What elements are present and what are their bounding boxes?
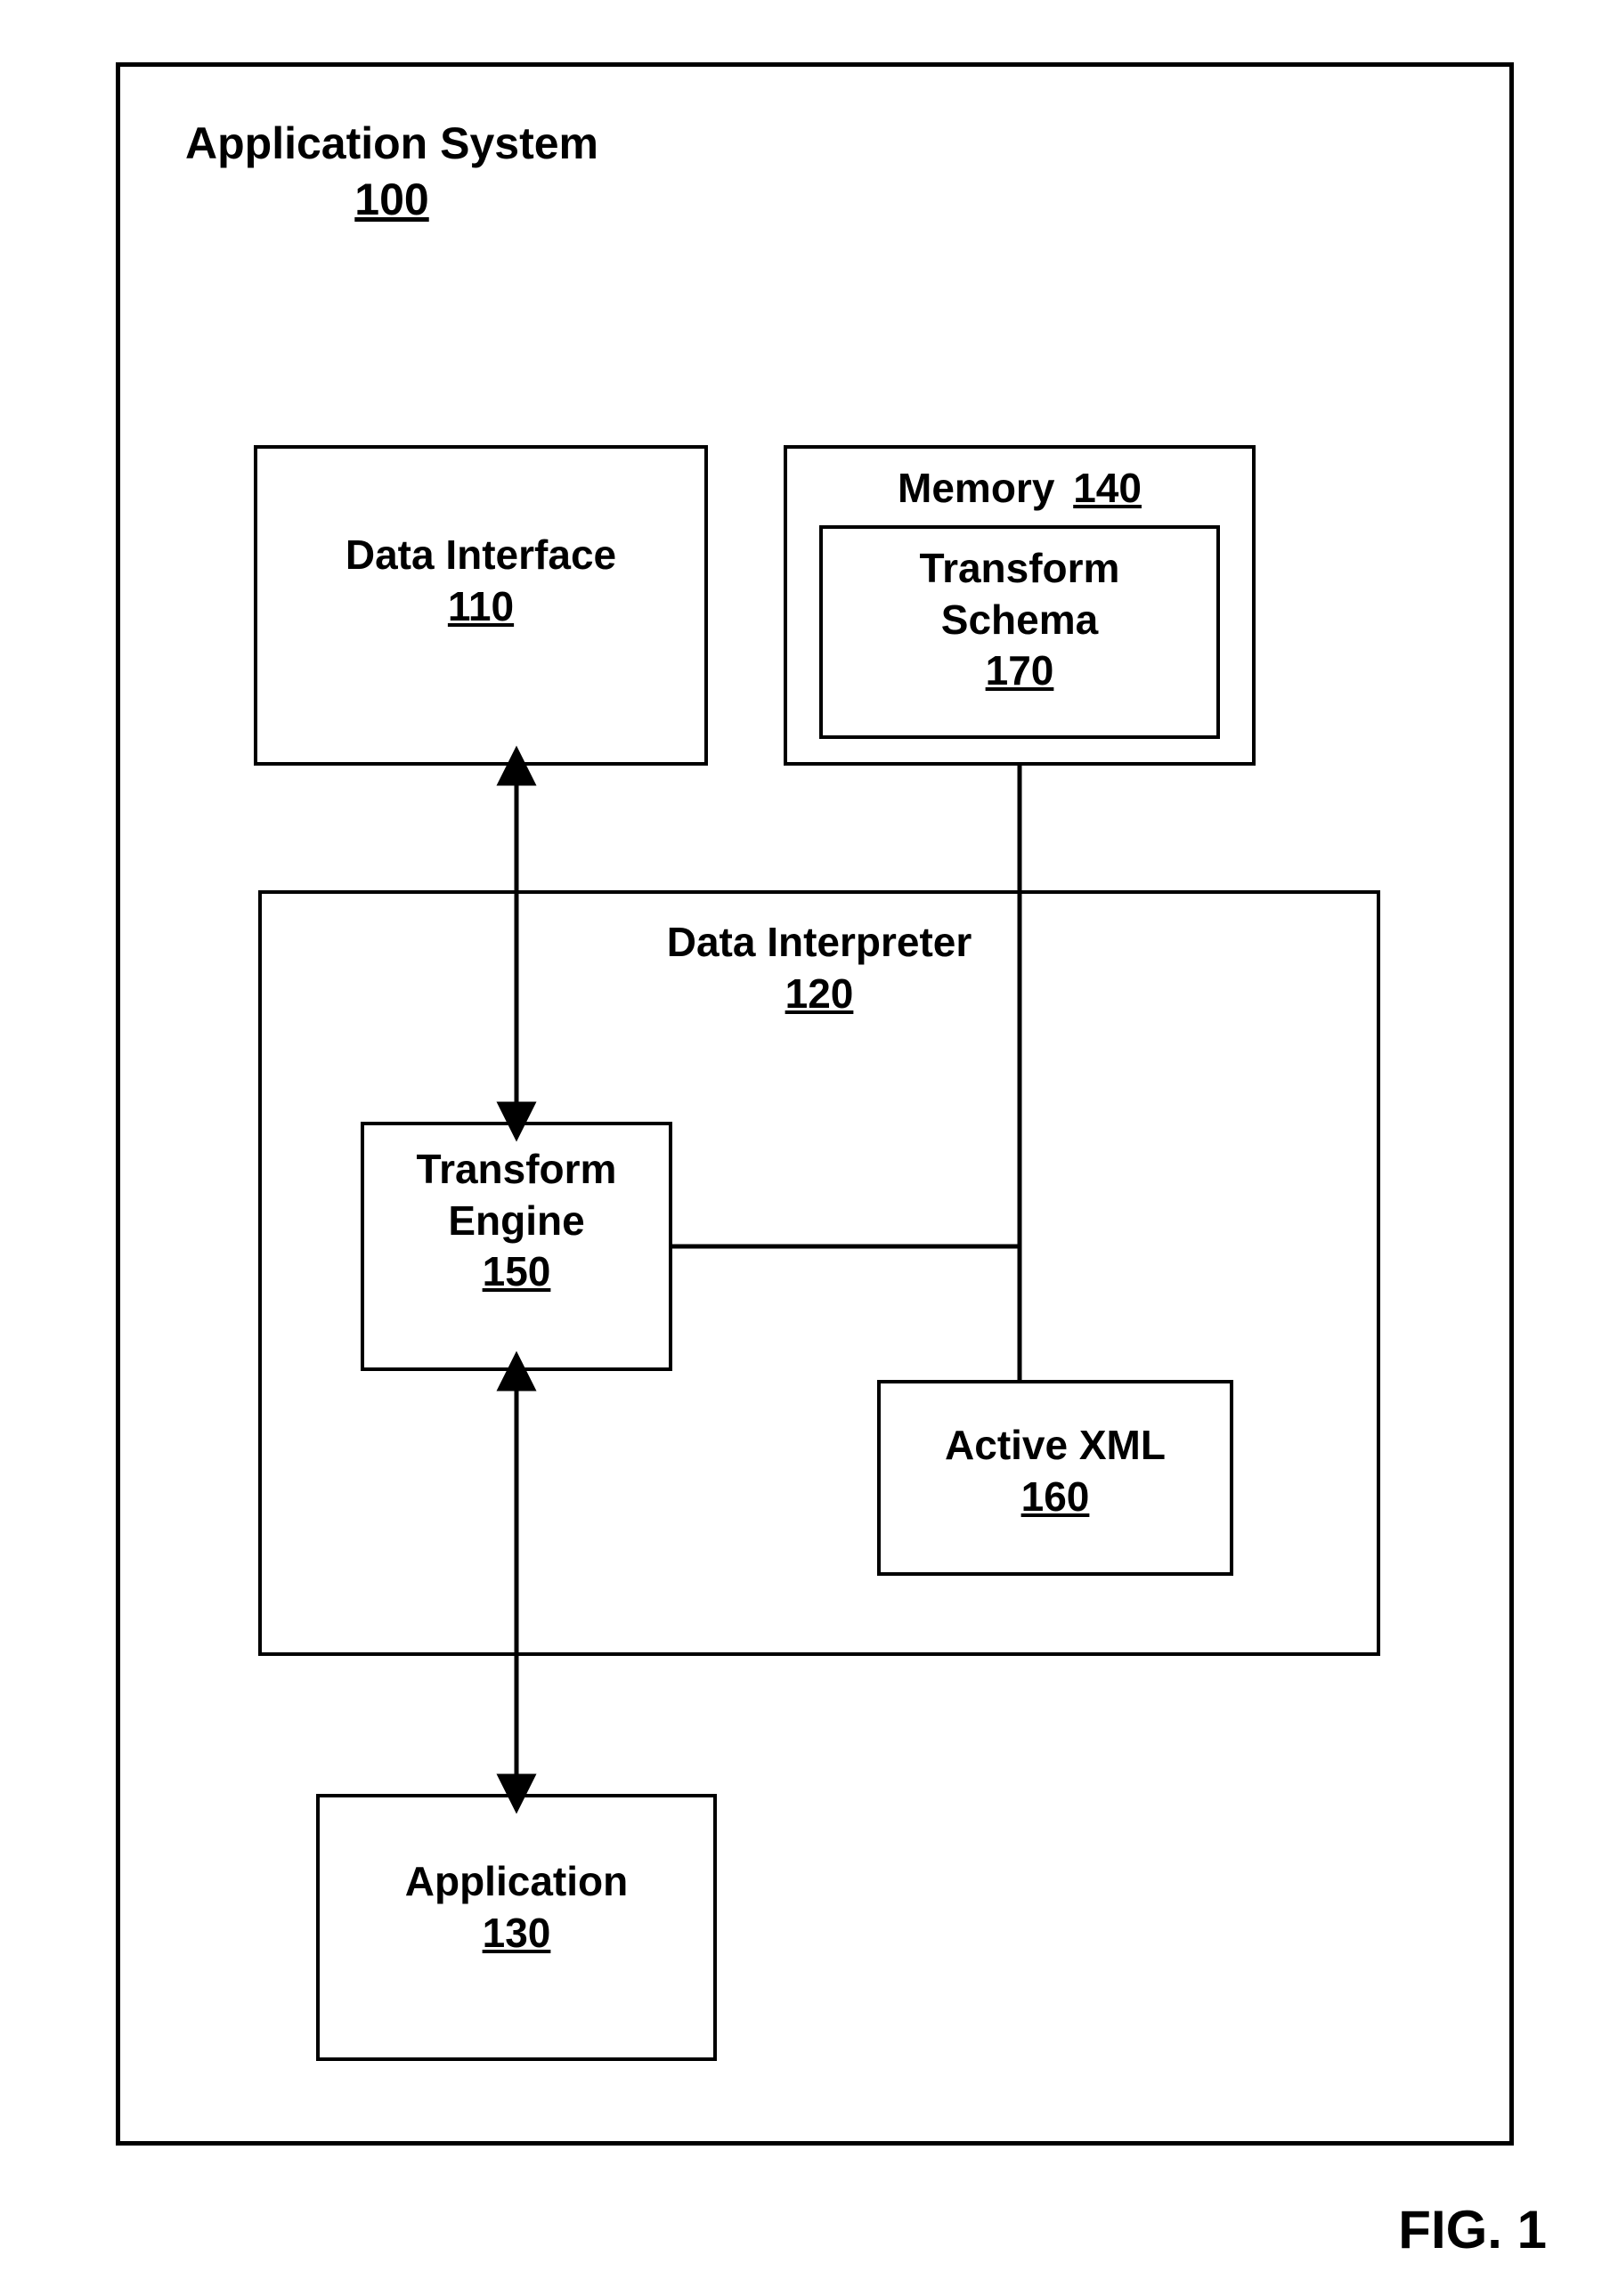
transform-engine-title: Transform Engine 150 — [361, 1144, 672, 1298]
memory-label: Memory — [898, 465, 1054, 511]
figure-label: FIG. 1 — [1398, 2199, 1547, 2260]
data-interface-title: Data Interface 110 — [254, 530, 708, 632]
data-interpreter-label: Data Interpreter — [667, 919, 972, 965]
active-xml-ref: 160 — [1021, 1473, 1090, 1520]
active-xml-title: Active XML 160 — [877, 1420, 1233, 1522]
application-system-title: Application System 100 — [160, 116, 623, 227]
data-interpreter-title: Data Interpreter 120 — [258, 917, 1380, 1019]
figure-label-text: FIG. 1 — [1398, 2200, 1547, 2259]
diagram-page: Application System 100 Data Interface 11… — [0, 0, 1618, 2296]
memory-ref: 140 — [1073, 465, 1142, 511]
application-title: Application 130 — [316, 1856, 717, 1959]
memory-title: Memory 140 — [784, 463, 1256, 515]
application-system-label: Application System — [185, 118, 598, 168]
data-interface-ref: 110 — [448, 583, 514, 629]
data-interpreter-ref: 120 — [785, 970, 854, 1017]
transform-schema-ref: 170 — [986, 647, 1054, 694]
data-interface-label: Data Interface — [346, 531, 616, 578]
transform-schema-label-1: Transform — [920, 545, 1120, 591]
transform-engine-label-1: Transform — [417, 1146, 617, 1192]
application-system-ref: 100 — [354, 174, 428, 224]
application-ref: 130 — [483, 1910, 551, 1956]
transform-engine-ref: 150 — [483, 1248, 551, 1294]
transform-schema-title: Transform Schema 170 — [819, 543, 1220, 697]
active-xml-label: Active XML — [945, 1422, 1166, 1468]
transform-schema-label-2: Schema — [941, 596, 1098, 643]
transform-engine-label-2: Engine — [448, 1197, 584, 1244]
application-label: Application — [405, 1858, 628, 1904]
